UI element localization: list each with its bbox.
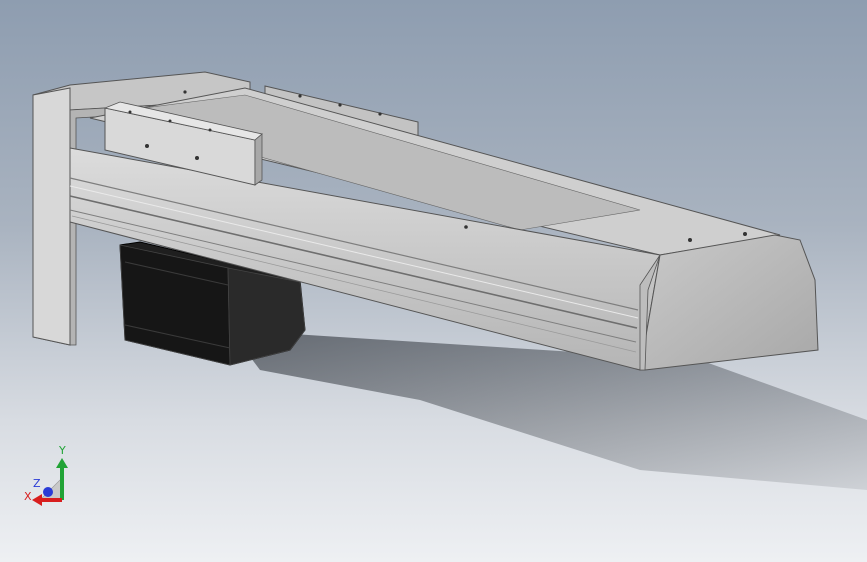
y-axis-label: Y [58, 444, 66, 457]
3d-viewport[interactable]: Y Z X [0, 0, 867, 562]
actuator-model-drawing[interactable]: Y Z X [0, 0, 867, 562]
x-axis-label: X [24, 490, 32, 503]
coordinate-triad: Y Z X [24, 444, 68, 506]
z-axis-label: Z [33, 477, 41, 490]
end-cap[interactable] [639, 234, 819, 371]
